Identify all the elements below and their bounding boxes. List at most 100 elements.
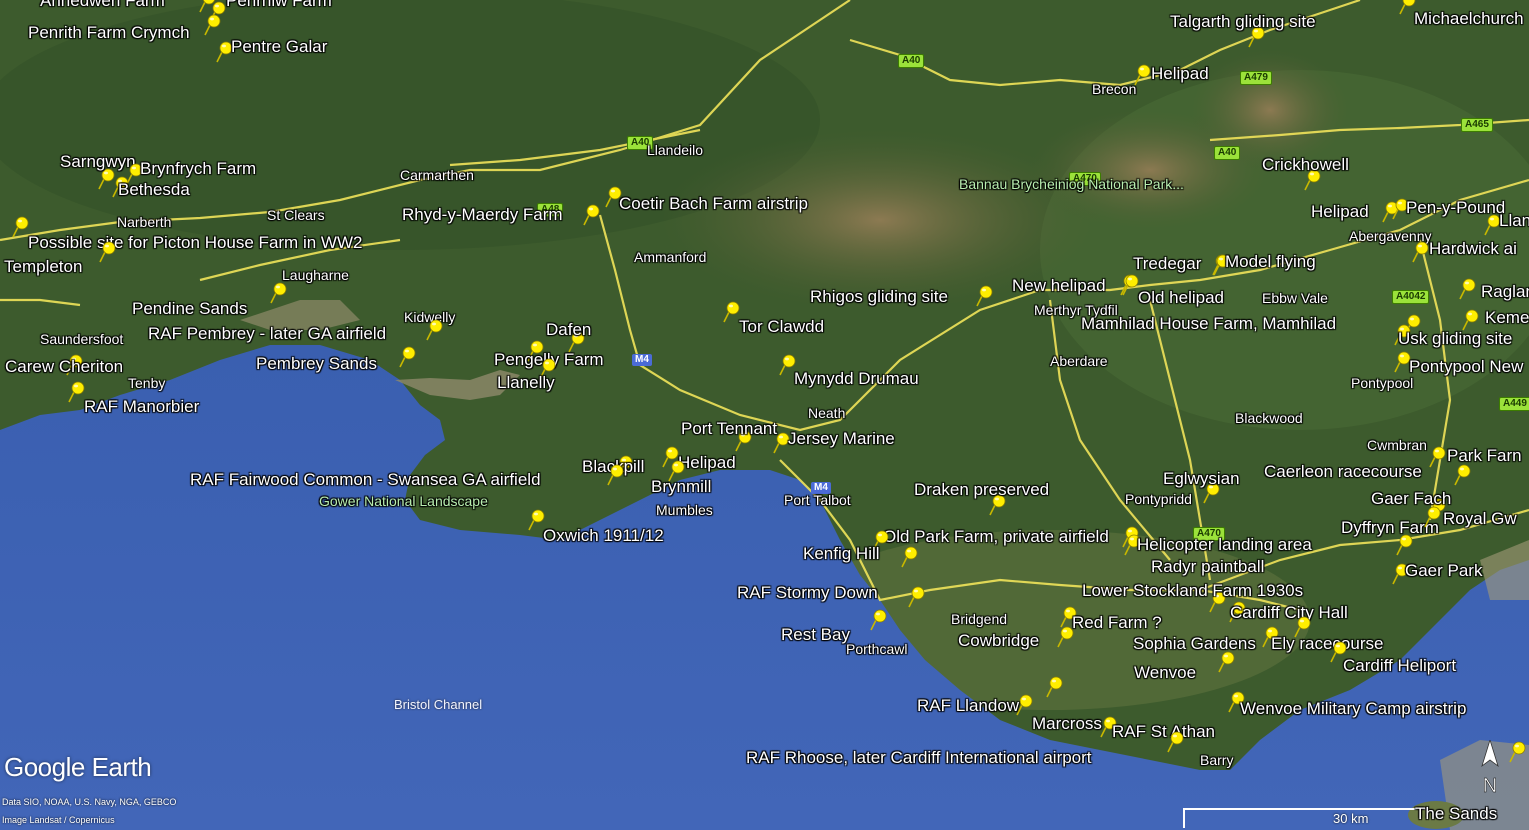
pushpin-icon[interactable] xyxy=(1424,506,1442,528)
placemark-label[interactable]: Templeton xyxy=(4,258,82,275)
placemark-label[interactable]: Lower Stockland Farm 1930s xyxy=(1082,582,1303,599)
placemark-label[interactable]: Possible site for Picton House Farm in W… xyxy=(28,234,362,251)
placemark-label[interactable]: Rest Bay xyxy=(781,626,850,643)
placemark-label[interactable]: Tor Clawdd xyxy=(739,318,824,335)
placemark-label[interactable]: Old helipad xyxy=(1138,289,1224,306)
placemark-label[interactable]: RAF St Athan xyxy=(1112,723,1215,740)
pushpin-icon[interactable] xyxy=(270,282,288,304)
placemark-label[interactable]: Pendine Sands xyxy=(132,300,247,317)
placemark-label[interactable]: Pembrey Sands xyxy=(256,355,377,372)
placemark-label[interactable]: Wenvoe xyxy=(1134,664,1196,681)
pushpin-icon[interactable] xyxy=(1046,676,1064,698)
placemark-label[interactable]: Wenvoe Military Camp airstrip xyxy=(1240,700,1466,717)
placemark-label[interactable]: Raglan xyxy=(1481,283,1529,300)
placemark-label[interactable]: Oxwich 1911/12 xyxy=(543,527,664,544)
placemark-label[interactable]: Jersey Marine xyxy=(788,430,895,447)
compass-icon[interactable]: N xyxy=(1478,740,1502,796)
placemark-label[interactable]: Royal Gw xyxy=(1443,510,1517,527)
placemark-label[interactable]: Penrhiw Farm xyxy=(226,0,332,9)
water-label: Bristol Channel xyxy=(394,697,483,712)
placemark-label[interactable]: Crickhowell xyxy=(1262,156,1349,173)
placemark-label[interactable]: Gaer Park xyxy=(1405,562,1482,579)
placemark-label[interactable]: Old Park Farm, private airfield xyxy=(883,528,1109,545)
placemark-label[interactable]: Mamhilad House Farm, Mamhilad xyxy=(1081,315,1336,332)
placemark-label[interactable]: Sophia Gardens xyxy=(1133,635,1256,652)
placemark-label[interactable]: Penrith Farm Crymch xyxy=(28,24,190,41)
pushpin-icon[interactable] xyxy=(901,546,919,568)
placemark-label[interactable]: RAF Rhoose, later Cardiff International … xyxy=(746,749,1092,766)
placemark-label[interactable]: Gaer Fach xyxy=(1371,490,1451,507)
placemark-label[interactable]: Annedwen Farm xyxy=(40,0,165,9)
placemark-label[interactable]: Sarngwyn xyxy=(60,153,136,170)
placemark-label[interactable]: Carew Cheriton xyxy=(5,358,123,375)
pushpin-icon[interactable] xyxy=(976,285,994,307)
placemark-label[interactable]: RAF Manorbier xyxy=(84,398,199,415)
park-label: Bannau Brycheiniog National Park... xyxy=(959,176,1184,192)
placemark-label[interactable]: Usk gliding site xyxy=(1398,330,1512,347)
placemark-label[interactable]: Dafen xyxy=(546,321,591,338)
pushpin-icon[interactable] xyxy=(1462,309,1480,331)
placemark-label[interactable]: Eglwysian xyxy=(1163,470,1240,487)
pushpin-icon[interactable] xyxy=(1429,446,1447,468)
placemark-label[interactable]: Ely racecourse xyxy=(1271,635,1383,652)
placemark-label[interactable]: Brynmill xyxy=(651,478,711,495)
placemark-label[interactable]: Helipad xyxy=(1311,203,1369,220)
placemark-label[interactable]: Mynydd Drumau xyxy=(794,370,919,387)
placemark-label[interactable]: RAF Stormy Down xyxy=(737,584,878,601)
placemark-label[interactable]: Cardiff Heliport xyxy=(1343,657,1456,674)
scale-label: 30 km xyxy=(1333,811,1369,826)
placemark-label[interactable]: Llanelly xyxy=(497,374,555,391)
pushpin-icon[interactable] xyxy=(1412,241,1430,263)
placemark-label[interactable]: Kenfig Hill xyxy=(803,545,880,562)
placemark-label[interactable]: Helipad xyxy=(1151,65,1209,82)
placemark-label[interactable]: Marcross xyxy=(1032,715,1102,732)
pushpin-icon[interactable] xyxy=(583,204,601,226)
placemark-label[interactable]: Pentre Galar xyxy=(231,38,327,55)
placemark-label[interactable]: Rhyd-y-Maerdy Farm xyxy=(402,206,563,223)
pushpin-icon[interactable] xyxy=(204,14,222,36)
pushpin-icon[interactable] xyxy=(1396,534,1414,556)
pushpin-icon[interactable] xyxy=(908,586,926,608)
placemark-label[interactable]: Coetir Bach Farm airstrip xyxy=(619,195,808,212)
placemark-label[interactable]: Llan xyxy=(1499,212,1529,229)
pushpin-icon[interactable] xyxy=(399,346,417,368)
pushpin-icon[interactable] xyxy=(1167,731,1185,753)
pushpin-icon[interactable] xyxy=(1057,626,1075,648)
placemark-label[interactable]: Park Farn xyxy=(1447,447,1522,464)
compass-label: N xyxy=(1483,775,1497,796)
placemark-label[interactable]: Pontypool New xyxy=(1409,358,1523,375)
placemark-label[interactable]: Bethesda xyxy=(118,181,190,198)
placemark-label[interactable]: Port Tennant xyxy=(681,420,777,437)
placemark-label[interactable]: Hardwick ai xyxy=(1429,240,1517,257)
placemark-label[interactable]: RAF Llandow xyxy=(917,697,1019,714)
placemark-label[interactable]: RAF Fairwood Common - Swansea GA airfiel… xyxy=(190,471,541,488)
pushpin-icon[interactable] xyxy=(1459,278,1477,300)
placemark-label[interactable]: Helicopter landing area xyxy=(1137,536,1312,553)
pushpin-icon[interactable] xyxy=(1509,741,1527,763)
placemark-label[interactable]: Michaelchurch xyxy=(1414,10,1524,27)
pushpin-icon[interactable] xyxy=(1218,651,1236,673)
placemark-label[interactable]: Radyr paintball xyxy=(1151,558,1264,575)
placemark-label[interactable]: Cowbridge xyxy=(958,632,1039,649)
placemark-label[interactable]: Keme xyxy=(1485,309,1529,326)
placemark-label[interactable]: Cardiff City Hall xyxy=(1230,604,1348,621)
placemark-label[interactable]: Helipad xyxy=(678,454,736,471)
pushpin-icon[interactable] xyxy=(426,319,444,341)
placemark-label[interactable]: RAF Pembrey - later GA airfield xyxy=(148,325,386,342)
placemark-label[interactable]: Red Farm ? xyxy=(1072,614,1162,631)
pushpin-icon[interactable] xyxy=(1454,464,1472,486)
placemark-label[interactable]: New helipad xyxy=(1012,277,1106,294)
placemark-label[interactable]: Tredegar xyxy=(1133,255,1201,272)
placemark-label[interactable]: Brynfrych Farm xyxy=(140,160,256,177)
pushpin-icon[interactable] xyxy=(99,241,117,263)
pushpin-icon[interactable] xyxy=(1134,64,1152,86)
placemark-label[interactable]: Caerleon racecourse xyxy=(1264,463,1422,480)
place-label: Neath xyxy=(808,405,846,421)
pushpin-icon[interactable] xyxy=(870,609,888,631)
placemark-label[interactable]: Draken preserved xyxy=(914,481,1049,498)
placemark-label[interactable]: Model flying xyxy=(1225,253,1316,270)
pushpin-icon[interactable] xyxy=(607,464,625,486)
placemark-label[interactable]: Rhigos gliding site xyxy=(810,288,948,305)
placemark-label[interactable]: The Sands xyxy=(1415,805,1497,822)
placemark-label[interactable]: Talgarth gliding site xyxy=(1170,13,1316,30)
